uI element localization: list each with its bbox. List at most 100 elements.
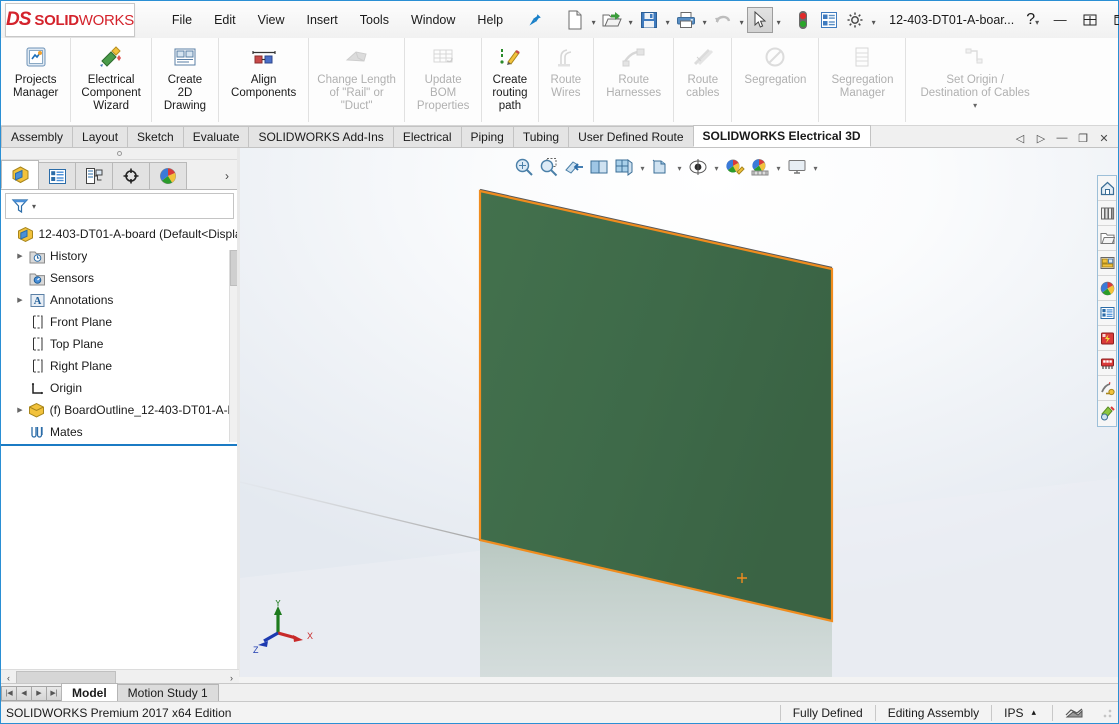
new-document-caret[interactable]: ▾ — [588, 7, 599, 33]
view-setting-display-caret[interactable]: ▾ — [810, 154, 821, 180]
tab-solidworks-electrical-3d[interactable]: SOLIDWORKS Electrical 3D — [693, 125, 871, 147]
study-last-button[interactable]: ▶| — [46, 686, 62, 701]
tab-user-defined-route[interactable]: User Defined Route — [568, 126, 693, 147]
help-caret[interactable]: ▾ — [1035, 7, 1039, 33]
study-next-button[interactable]: ▶ — [31, 686, 47, 701]
overlay-icon[interactable] — [1052, 705, 1095, 721]
section-view-button[interactable] — [562, 154, 586, 180]
zoom-to-fit-button[interactable] — [512, 154, 536, 180]
tab-evaluate[interactable]: Evaluate — [183, 126, 250, 147]
annotations-expand-arrow[interactable]: ▶ — [13, 296, 27, 304]
tab-layout[interactable]: Layout — [72, 126, 128, 147]
sw-resources-button[interactable] — [1098, 176, 1116, 201]
view-orientation-button[interactable] — [587, 154, 611, 180]
align-components-command[interactable]: Align Components — [219, 38, 309, 122]
electrical-component-wizard-command[interactable]: Electrical Component Wizard — [71, 38, 151, 122]
create-2d-drawing-command[interactable]: Create 2D Drawing — [152, 38, 219, 122]
feature-manager-tab[interactable] — [1, 160, 39, 189]
doc-restore-button[interactable]: ❐ — [1073, 129, 1093, 147]
history-expand-arrow[interactable]: ▶ — [13, 252, 27, 260]
window-minimize-button[interactable]: — — [1045, 7, 1075, 33]
tab-electrical[interactable]: Electrical — [393, 126, 462, 147]
tab-piping[interactable]: Piping — [461, 126, 514, 147]
configuration-manager-tab[interactable] — [75, 162, 113, 189]
tree-item-origin[interactable]: Origin — [1, 377, 238, 399]
feature-tabs-more-button[interactable]: › — [216, 162, 238, 189]
tree-item-mates[interactable]: Mates — [1, 421, 238, 443]
resize-grip[interactable] — [1101, 706, 1115, 720]
view-setting-display-button[interactable] — [785, 154, 809, 180]
apply-scene-caret[interactable]: ▾ — [773, 154, 784, 180]
tab-sketch[interactable]: Sketch — [127, 126, 184, 147]
appearances-scenes-button[interactable] — [1098, 276, 1116, 301]
view-settings-caret[interactable]: ▾ — [711, 154, 722, 180]
graphics-viewport[interactable]: ▾ ▾ ▾ ▾ ▾ — [240, 148, 1118, 677]
print-caret[interactable]: ▾ — [699, 7, 710, 33]
save-button[interactable] — [636, 7, 662, 33]
tab-tubing[interactable]: Tubing — [513, 126, 569, 147]
hide-show-items-caret[interactable]: ▾ — [674, 154, 685, 180]
tree-item-sensors[interactable]: Sensors — [1, 267, 238, 289]
create-routing-path-command[interactable]: Create routing path — [482, 38, 538, 122]
tree-item-right-plane[interactable]: Right Plane — [1, 355, 238, 377]
display-style-button[interactable] — [612, 154, 636, 180]
options-caret[interactable]: ▾ — [868, 7, 879, 33]
electrical-components-button[interactable] — [1098, 351, 1116, 376]
rebuild-button[interactable] — [790, 7, 816, 33]
doc-close-button[interactable]: ✕ — [1094, 129, 1114, 147]
display-manager-tab[interactable] — [149, 162, 187, 189]
design-library-button[interactable] — [1098, 201, 1116, 226]
file-properties-button[interactable] — [816, 7, 842, 33]
property-manager-tab[interactable] — [38, 162, 76, 189]
select-button[interactable] — [747, 7, 773, 33]
tree-item-history[interactable]: ▶ History — [1, 245, 238, 267]
units-caret-icon[interactable]: ▴ — [1027, 705, 1052, 721]
zoom-to-area-button[interactable] — [537, 154, 561, 180]
tree-item-front-plane[interactable]: Front Plane — [1, 311, 238, 333]
menu-insert[interactable]: Insert — [296, 9, 349, 31]
new-document-button[interactable] — [562, 7, 588, 33]
dimxpert-manager-tab[interactable] — [112, 162, 150, 189]
solidworks-logo[interactable]: DS SOLIDWORKS — [5, 3, 135, 37]
view-settings-button[interactable] — [686, 154, 710, 180]
tab-model[interactable]: Model — [61, 683, 118, 701]
open-document-caret[interactable]: ▾ — [625, 7, 636, 33]
doc-minimize-button[interactable]: — — [1052, 129, 1072, 147]
boardoutline-expand-arrow[interactable]: ▶ — [13, 406, 27, 414]
view-palette-button[interactable] — [1098, 251, 1116, 276]
tree-root-assembly[interactable]: 12-403-DT01-A-board (Default<Display — [1, 223, 238, 245]
edit-appearance-button[interactable] — [723, 154, 747, 180]
menu-window[interactable]: Window — [400, 9, 466, 31]
pane-previous-button[interactable]: ◁ — [1010, 129, 1030, 147]
feature-filter-bar[interactable]: ▾ — [5, 193, 234, 219]
tree-item-boardoutline[interactable]: ▶ (f) BoardOutline_12-403-DT01-A-bc — [1, 399, 238, 421]
electrical-routing-button[interactable] — [1098, 376, 1116, 401]
pushpin-icon[interactable] — [526, 11, 544, 29]
apply-scene-button[interactable] — [748, 154, 772, 180]
filter-caret-icon[interactable]: ▾ — [32, 202, 36, 211]
file-explorer-button[interactable] — [1098, 226, 1116, 251]
menu-view[interactable]: View — [247, 9, 296, 31]
open-document-button[interactable] — [599, 7, 625, 33]
menu-help[interactable]: Help — [466, 9, 514, 31]
hide-show-items-button[interactable] — [649, 154, 673, 180]
tree-item-annotations[interactable]: ▶ A Annotations — [1, 289, 238, 311]
set-origin-dropdown-caret[interactable]: ▾ — [973, 101, 977, 110]
panel-grip-handle[interactable] — [1, 148, 238, 160]
units-value[interactable]: IPS — [991, 705, 1027, 721]
pane-next-button[interactable]: ▷ — [1031, 129, 1051, 147]
feature-filter-input[interactable] — [40, 199, 233, 213]
select-caret[interactable]: ▾ — [773, 7, 784, 33]
menu-tools[interactable]: Tools — [349, 9, 400, 31]
print-button[interactable] — [673, 7, 699, 33]
electrical-insert-button[interactable] — [1098, 401, 1116, 426]
custom-properties-button[interactable] — [1098, 301, 1116, 326]
tree-item-top-plane[interactable]: Top Plane — [1, 333, 238, 355]
undo-button[interactable] — [710, 7, 736, 33]
study-prev-button[interactable]: ◀ — [16, 686, 32, 701]
display-style-caret[interactable]: ▾ — [637, 154, 648, 180]
menu-file[interactable]: File — [161, 9, 203, 31]
window-maximize-button[interactable] — [1105, 7, 1119, 33]
tab-assembly[interactable]: Assembly — [1, 126, 73, 147]
window-restore-button[interactable] — [1075, 7, 1105, 33]
